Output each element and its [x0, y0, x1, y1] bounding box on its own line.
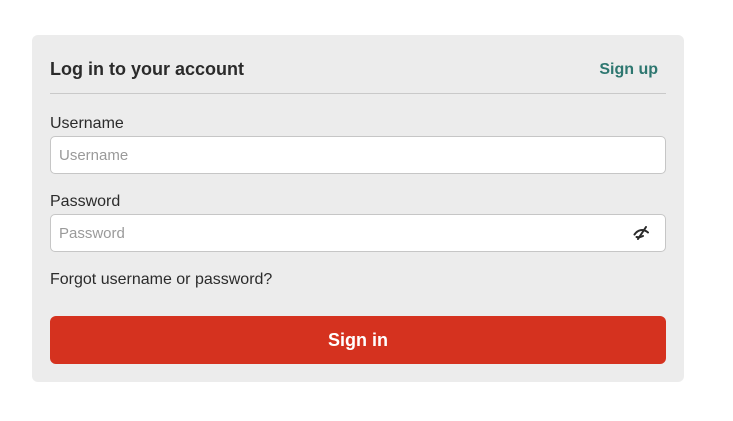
username-field-wrapper: [50, 136, 666, 174]
username-input[interactable]: [51, 137, 665, 173]
sign-in-button[interactable]: Sign in: [50, 316, 666, 364]
eye-slash-icon-graphic: [633, 226, 649, 240]
password-input[interactable]: [51, 215, 665, 251]
login-form: Username Password Forgot username or pas…: [32, 35, 684, 382]
password-field-wrapper: [50, 214, 666, 252]
username-label: Username: [50, 115, 124, 132]
eye-slash-icon[interactable]: [633, 225, 651, 241]
forgot-credentials-link[interactable]: Forgot username or password?: [50, 270, 272, 290]
login-page: Log in to your account Sign up Username …: [0, 0, 733, 421]
password-label: Password: [50, 193, 121, 210]
